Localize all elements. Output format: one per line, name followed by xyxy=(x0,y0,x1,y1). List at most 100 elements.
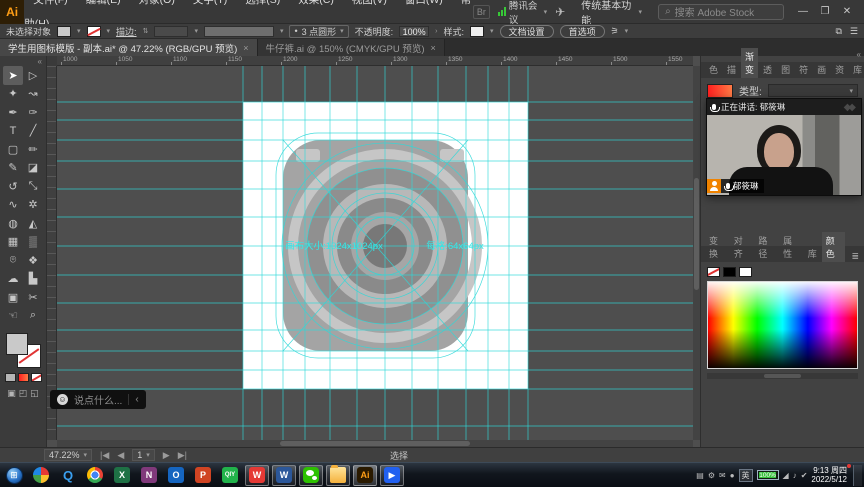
stroke-color-swatch[interactable] xyxy=(87,26,101,37)
ruler-corner[interactable] xyxy=(47,56,57,66)
illustrator-icon[interactable]: Ai xyxy=(353,465,377,486)
tray-icon[interactable]: ✔ xyxy=(801,471,808,480)
eraser-tool[interactable]: ◪ xyxy=(23,159,43,178)
panel-tab-符[interactable]: 符 xyxy=(795,61,812,78)
fill-color-swatch[interactable] xyxy=(57,26,71,37)
close-tab-icon[interactable]: × xyxy=(243,43,248,53)
eyedropper-tool[interactable]: ⌾ xyxy=(3,251,23,270)
shape-builder-tool[interactable]: ◍ xyxy=(3,214,23,233)
symbol-sprayer-tool[interactable]: ☁ xyxy=(3,270,23,289)
file-explorer-icon[interactable] xyxy=(326,465,350,486)
outlook-icon[interactable]: O xyxy=(164,465,188,486)
tray-icon[interactable]: ◢ xyxy=(783,471,789,480)
line-segment-tool[interactable]: ╱ xyxy=(23,122,43,141)
meeting-status-widget[interactable]: 腾讯会议 ▾ xyxy=(498,0,547,26)
style-swatch[interactable] xyxy=(470,26,484,37)
preferences-button[interactable]: 首选项 xyxy=(560,25,605,38)
paintbrush-tool[interactable]: ✏ xyxy=(23,140,43,159)
share-plane-icon[interactable]: ✈ xyxy=(555,5,565,19)
panel-tab-属性[interactable]: 属性 xyxy=(779,232,803,262)
curvature-tool[interactable]: ✑ xyxy=(23,103,43,122)
direct-selection-tool[interactable]: ▷ xyxy=(23,66,43,85)
type-tool[interactable]: T xyxy=(3,122,23,141)
tencent-meeting-icon[interactable]: ▶ xyxy=(380,465,404,486)
stepper-icon[interactable]: ⇅ xyxy=(143,27,149,35)
chevron-down-icon[interactable]: ▾ xyxy=(194,27,198,35)
meeting-video-overlay[interactable]: 正在讲话: 郁筱琳 ◆◆ 郁筱琳 xyxy=(706,98,862,196)
menu-文字(T)[interactable]: 文字(T) xyxy=(184,0,236,6)
stroke-weight-label[interactable]: 描边: xyxy=(116,25,137,38)
selection-tool[interactable]: ➤ xyxy=(3,66,23,85)
slice-tool[interactable]: ✂ xyxy=(23,288,43,307)
panel-tab-路径[interactable]: 路径 xyxy=(754,232,778,262)
panel-tab-资[interactable]: 资 xyxy=(831,61,848,78)
restore-button[interactable]: ❐ xyxy=(814,0,836,24)
gradient-type-dropdown[interactable]: ▾ xyxy=(768,84,858,97)
word-icon[interactable]: W xyxy=(272,465,296,486)
tray-icon[interactable]: ● xyxy=(730,471,735,480)
icon-viewfinder-rect[interactable] xyxy=(440,149,464,162)
menu-视图(V)[interactable]: 视图(V) xyxy=(343,0,396,6)
vertical-scrollbar[interactable] xyxy=(693,66,700,440)
browser-360-icon[interactable] xyxy=(29,465,53,486)
panel-tab-颜色[interactable]: 颜色 xyxy=(822,232,846,262)
collapse-toolbar-icon[interactable]: « xyxy=(38,56,46,66)
opacity-value[interactable]: 100% xyxy=(399,26,429,37)
gradient-tool[interactable]: ▒ xyxy=(23,233,43,252)
tray-icon[interactable]: ♪ xyxy=(793,471,797,480)
document-setup-button[interactable]: 文档设置 xyxy=(500,25,554,38)
collapse-chat-icon[interactable]: ‹ xyxy=(135,394,138,405)
lasso-tool[interactable]: ↝ xyxy=(23,85,43,104)
nav-last-icon[interactable]: ▶| xyxy=(178,450,187,461)
draw-mode-1[interactable]: ◰ xyxy=(19,388,28,399)
workspace-switcher[interactable]: 传统基本功能 ▾ xyxy=(573,0,650,27)
meeting-chat-quickbar[interactable]: ☺ 说点什么... ‹ xyxy=(50,390,146,409)
white-swatch[interactable] xyxy=(739,267,752,277)
canvas-area[interactable]: 1000105011001150120012501300135014001450… xyxy=(47,56,700,447)
none-button[interactable] xyxy=(31,373,42,382)
gradient-button[interactable] xyxy=(18,373,29,382)
iqiyi-icon[interactable]: QIY xyxy=(218,465,242,486)
stock-search-input[interactable]: ⌕ 搜索 Adobe Stock xyxy=(658,4,784,20)
chevron-down-icon[interactable]: ▾ xyxy=(280,27,284,35)
tray-icon[interactable]: ✉ xyxy=(719,471,726,480)
menu-对象(O)[interactable]: 对象(O) xyxy=(130,0,184,6)
panel-tab-对齐[interactable]: 对齐 xyxy=(730,232,754,262)
black-swatch[interactable] xyxy=(723,267,736,277)
fill-swatch[interactable] xyxy=(6,333,28,355)
battery-indicator[interactable]: 100% xyxy=(757,470,779,480)
variable-width-profile[interactable]: • 3 点圆形 ▾ xyxy=(289,25,348,38)
wps-icon[interactable]: W xyxy=(245,465,269,486)
tray-icon[interactable]: ▤ xyxy=(696,471,704,480)
panel-tab-图[interactable]: 图 xyxy=(777,61,794,78)
horizontal-scrollbar[interactable] xyxy=(57,440,693,447)
rectangle-tool[interactable]: ▢ xyxy=(3,140,23,159)
chevron-down-icon[interactable]: ▾ xyxy=(625,27,629,35)
artboard-number-dropdown[interactable]: 1 ▾ xyxy=(132,449,155,461)
zoom-tool[interactable]: ⌕ xyxy=(23,307,43,326)
hand-tool[interactable]: ☜ xyxy=(3,307,23,326)
ime-indicator[interactable]: 英 xyxy=(739,469,753,482)
close-tab-icon[interactable]: × xyxy=(431,43,436,53)
emoji-icon[interactable]: ☺ xyxy=(57,394,68,405)
draw-mode-0[interactable]: ▣ xyxy=(7,388,16,399)
pen-tool[interactable]: ✒ xyxy=(3,103,23,122)
search-app-icon[interactable]: Q xyxy=(56,465,80,486)
nav-prev-icon[interactable]: ◀ xyxy=(117,450,124,461)
mesh-tool[interactable]: ▦ xyxy=(3,233,23,252)
magic-wand-tool[interactable]: ✦ xyxy=(3,85,23,104)
color-panel-scrollbar[interactable] xyxy=(707,373,858,379)
collapse-dock-icon[interactable]: « xyxy=(857,50,861,59)
start-button[interactable]: ⊞ xyxy=(2,465,26,486)
draw-mode-2[interactable]: ◱ xyxy=(30,388,39,399)
menu-文件(F)[interactable]: 文件(F) xyxy=(24,0,76,6)
menu-编辑(E)[interactable]: 编辑(E) xyxy=(77,0,130,6)
bridge-button[interactable]: Br xyxy=(473,5,490,19)
nav-first-icon[interactable]: |◀ xyxy=(100,450,109,461)
panel-tab-画[interactable]: 画 xyxy=(813,61,830,78)
menu-效果(C)[interactable]: 效果(C) xyxy=(289,0,343,6)
chevron-right-icon[interactable]: › xyxy=(435,28,437,35)
panel-tab-色[interactable]: 色 xyxy=(705,61,722,78)
wechat-icon[interactable] xyxy=(299,465,323,486)
panel-tab-库[interactable]: 库 xyxy=(804,245,821,262)
